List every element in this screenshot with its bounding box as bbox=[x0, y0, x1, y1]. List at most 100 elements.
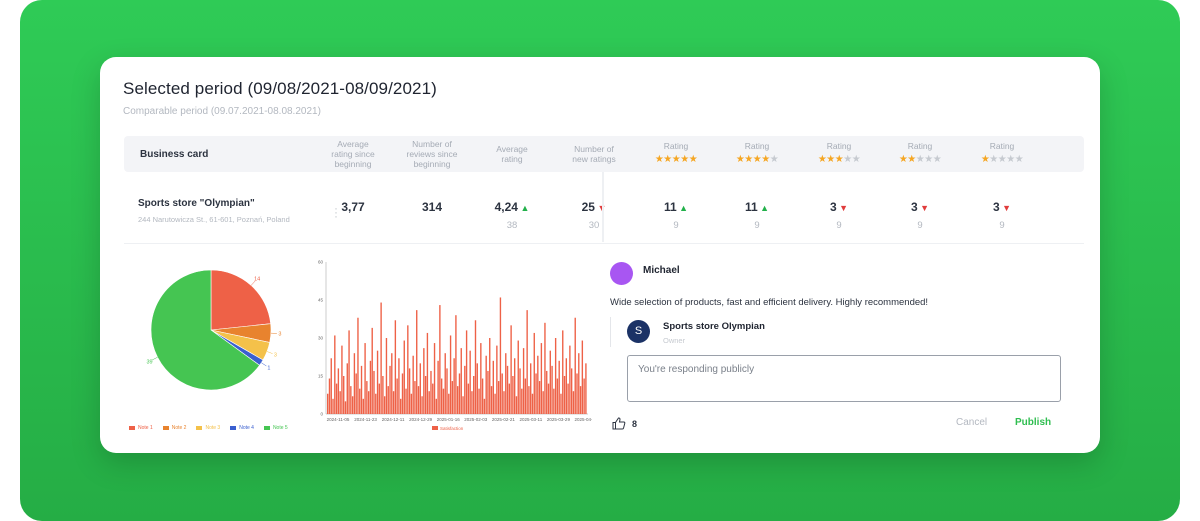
bar bbox=[359, 388, 361, 414]
bar bbox=[328, 378, 331, 414]
column-header-line: Rating bbox=[744, 141, 770, 151]
cancel-button[interactable]: Cancel bbox=[956, 417, 987, 428]
pie-label-line bbox=[266, 351, 273, 354]
pie-label: 3 bbox=[274, 353, 277, 359]
bar bbox=[430, 370, 432, 414]
bar bbox=[355, 373, 357, 414]
bar bbox=[455, 315, 457, 414]
x-tick-label: 2024-11-23 bbox=[354, 417, 377, 422]
bar bbox=[416, 310, 418, 414]
column-header: Rating bbox=[827, 141, 852, 151]
owner-role: Owner bbox=[663, 336, 686, 345]
bar bbox=[542, 391, 544, 414]
bar bbox=[538, 381, 541, 414]
bar bbox=[387, 386, 389, 414]
bar bbox=[419, 363, 421, 414]
column-header: Average rating bbox=[496, 144, 528, 164]
cell-value: 3 ▼ bbox=[829, 200, 849, 214]
table-header: Business card Average rating since beginni… bbox=[124, 136, 1084, 172]
cell-value: 3 ▼ bbox=[992, 200, 1012, 214]
legend-item: Note 4 bbox=[230, 425, 254, 431]
pie-label: 39 bbox=[146, 359, 152, 365]
business-card-header: Business card bbox=[140, 149, 209, 160]
column-header-line: rating since bbox=[331, 149, 375, 159]
cell-value: 314 bbox=[421, 200, 443, 214]
bar bbox=[497, 381, 500, 414]
reply-input[interactable] bbox=[627, 355, 1061, 402]
legend-swatch bbox=[230, 426, 237, 430]
column-header-line: Number of bbox=[412, 139, 452, 149]
bar bbox=[565, 358, 568, 414]
bar bbox=[469, 350, 471, 414]
bar bbox=[506, 365, 509, 414]
review-panel: Michael Wide selection of products, fast… bbox=[610, 257, 1080, 447]
bar bbox=[553, 388, 555, 414]
legend-label: Note 4 bbox=[239, 425, 254, 431]
bar bbox=[462, 396, 464, 414]
bar bbox=[578, 353, 580, 414]
review-text: Wide selection of products, fast and eff… bbox=[610, 297, 929, 308]
bar bbox=[515, 396, 518, 414]
bar bbox=[435, 398, 438, 414]
legend-item: Note 1 bbox=[129, 425, 153, 431]
bar bbox=[405, 388, 407, 414]
bar bbox=[360, 365, 363, 414]
publish-button[interactable]: Publish bbox=[1015, 417, 1051, 428]
cell-previous-value: 9 bbox=[754, 220, 760, 231]
more-options-icon[interactable]: · · · bbox=[334, 202, 338, 222]
bar bbox=[421, 396, 423, 414]
bar bbox=[547, 383, 550, 414]
bar bbox=[449, 335, 452, 414]
y-tick-label: 30 bbox=[318, 336, 324, 341]
bar bbox=[546, 370, 548, 414]
bar bbox=[528, 386, 530, 414]
legend-label: Note 2 bbox=[171, 425, 187, 431]
bar bbox=[453, 358, 455, 414]
trend-down-icon: ▼ bbox=[836, 203, 849, 213]
bar bbox=[396, 378, 398, 414]
bar bbox=[579, 386, 582, 414]
bar bbox=[383, 396, 386, 414]
column-header-line: rating bbox=[501, 154, 523, 164]
column-header-line: reviews since bbox=[406, 149, 458, 159]
comparable-period: Comparable period (09.07.2021-08.08.2021… bbox=[123, 106, 321, 117]
bar bbox=[369, 360, 372, 414]
column-header-line: Average bbox=[496, 144, 528, 154]
cell-previous-value: 38 bbox=[506, 220, 518, 231]
legend-swatch bbox=[196, 426, 203, 430]
bar bbox=[535, 373, 537, 414]
thumbs-up-icon[interactable] bbox=[612, 417, 626, 433]
bar bbox=[442, 388, 445, 414]
owner-name: Sports store Olympian bbox=[663, 321, 765, 332]
bar bbox=[517, 340, 519, 414]
legend-item: Note 3 bbox=[196, 425, 220, 431]
star-rating-icon: ★★★★★ bbox=[735, 154, 779, 165]
cell-previous-value: 9 bbox=[917, 220, 923, 231]
column-header: Number of new ratings bbox=[572, 144, 615, 164]
star-rating-icon: ★★★★★ bbox=[980, 154, 1024, 165]
bar bbox=[458, 373, 461, 414]
pie-label: 1 bbox=[267, 366, 270, 372]
x-tick-label: 2024-12-29 bbox=[409, 417, 433, 422]
bar bbox=[394, 320, 397, 414]
trend-up-icon: ▲ bbox=[676, 203, 689, 213]
legend-label: Note 3 bbox=[205, 425, 221, 431]
x-tick-label: 2025-03-11 bbox=[520, 417, 543, 422]
bar bbox=[483, 398, 486, 414]
star-rating-icon: ★★★★★ bbox=[817, 154, 861, 165]
column-header-line: new ratings bbox=[572, 154, 616, 164]
bar bbox=[432, 383, 434, 414]
bar bbox=[353, 353, 356, 414]
bar bbox=[401, 373, 404, 414]
column-header-line: Rating bbox=[663, 141, 689, 151]
pie-label: 14 bbox=[254, 277, 260, 283]
x-tick-label: 2025-01-16 bbox=[437, 417, 461, 422]
bar bbox=[563, 376, 566, 414]
bar bbox=[505, 353, 507, 414]
column-header: Average rating since beginning bbox=[331, 139, 374, 169]
bar bbox=[569, 345, 571, 414]
column-header: Rating bbox=[908, 141, 933, 151]
bar bbox=[457, 386, 459, 414]
bar bbox=[476, 363, 478, 414]
bar bbox=[380, 302, 382, 414]
